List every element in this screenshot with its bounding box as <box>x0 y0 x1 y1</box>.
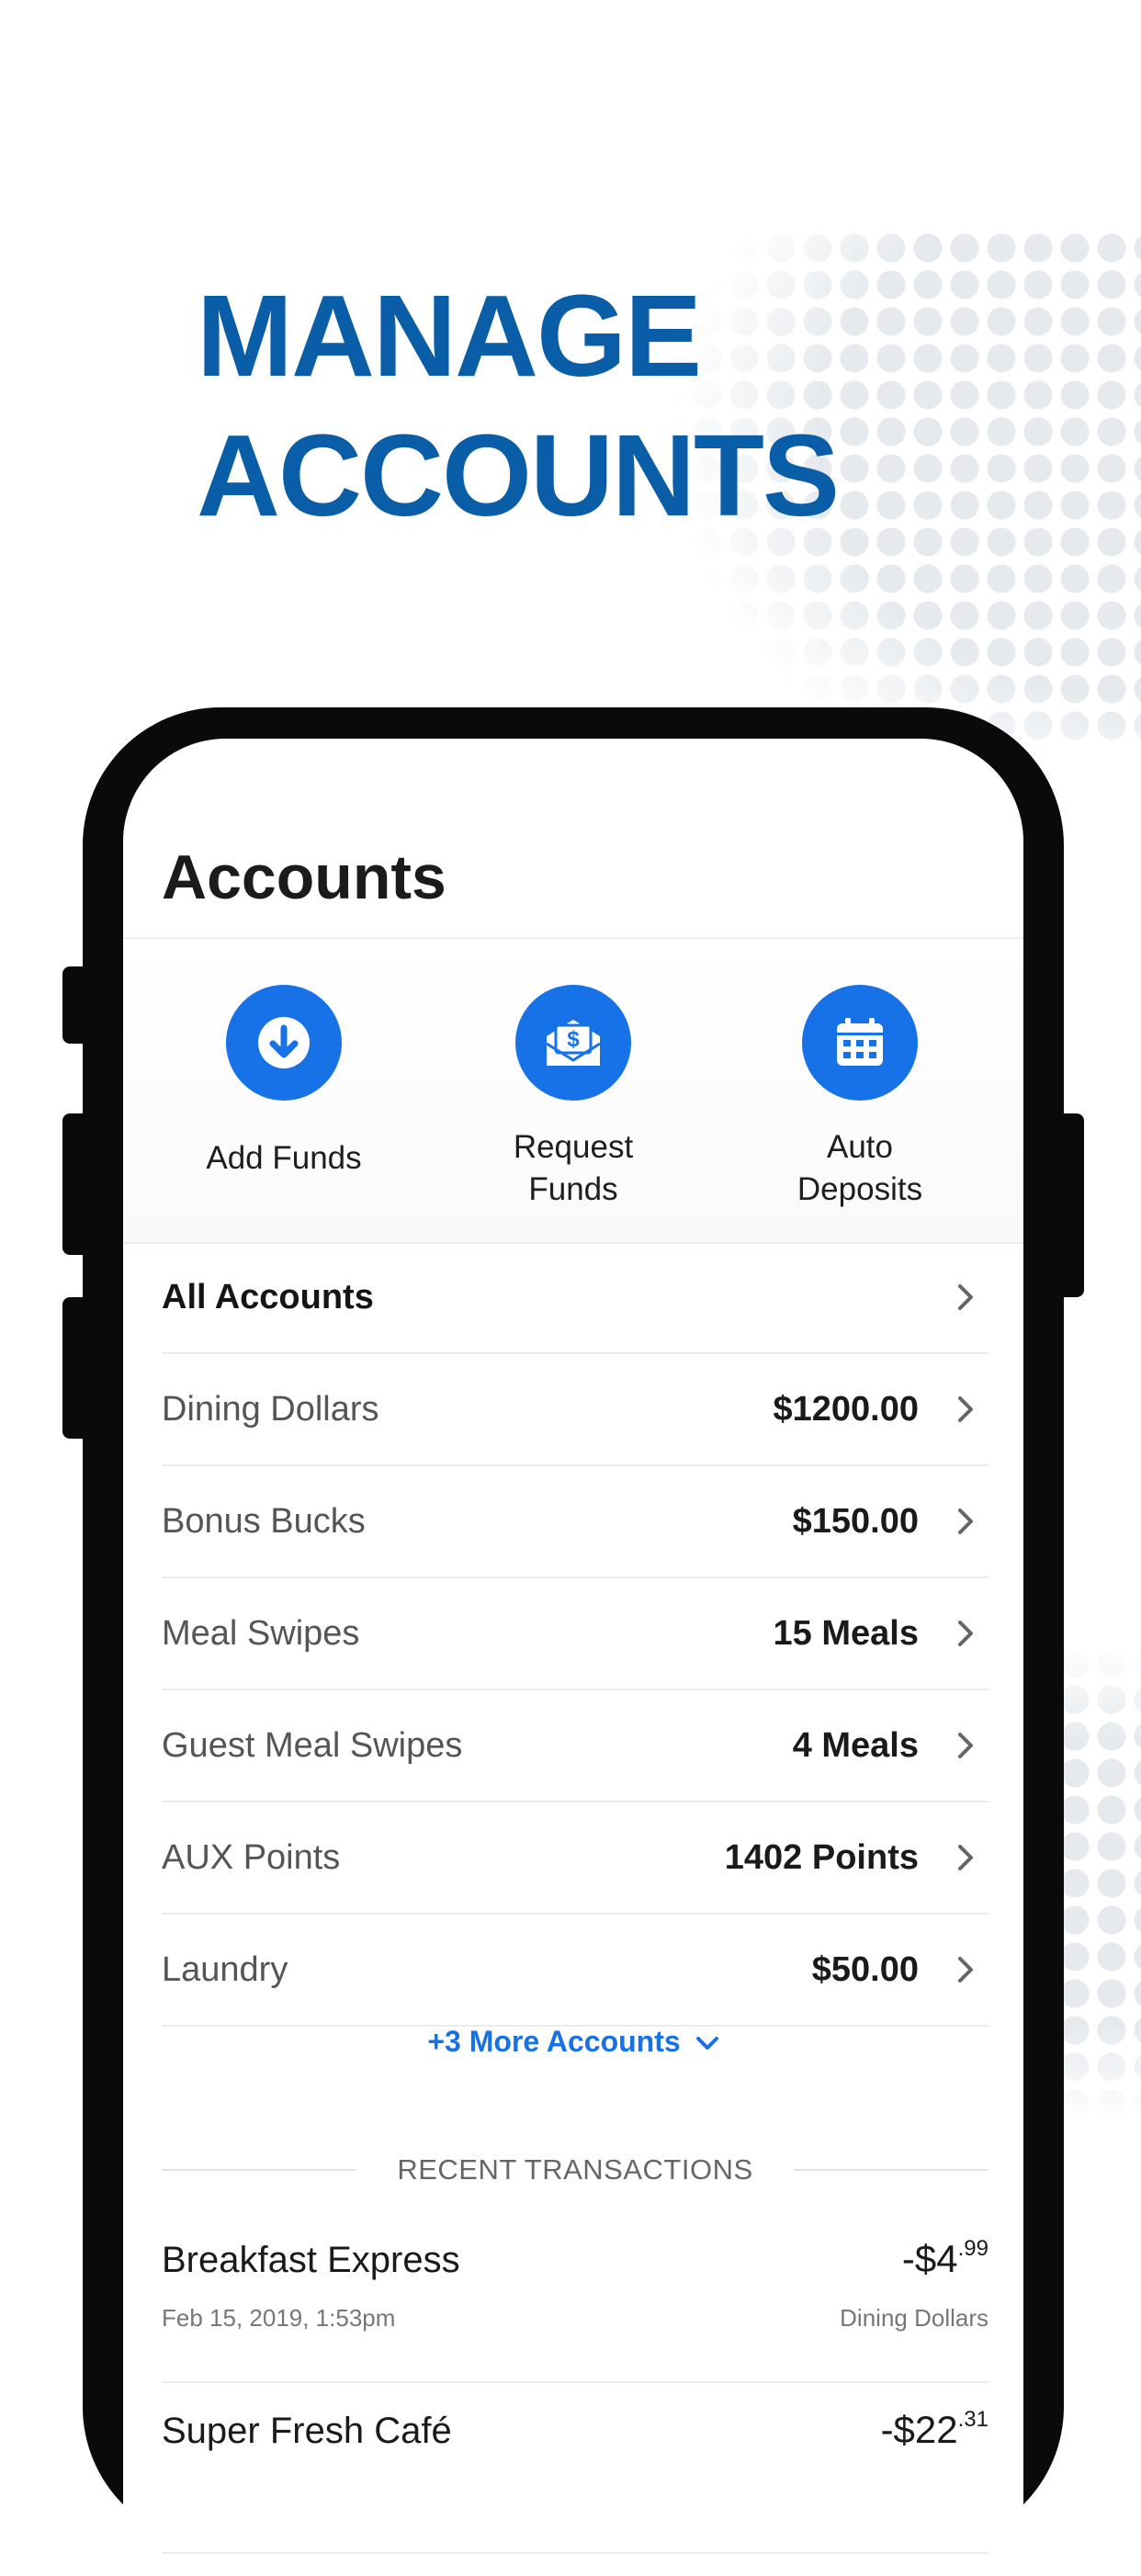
chevron-right-icon <box>952 1508 979 1535</box>
auto-deposits-label: Auto Deposits <box>796 1129 923 1207</box>
account-row-meal-swipes[interactable]: Meal Swipes 15 Meals <box>162 1578 988 1690</box>
headline-line-2: ACCOUNTS <box>197 411 840 540</box>
account-name: Dining Dollars <box>162 1389 379 1429</box>
account-row-laundry[interactable]: Laundry $50.00 <box>162 1915 988 2027</box>
phone-volume-down-button <box>62 1297 90 1439</box>
account-name: Meal Swipes <box>162 1613 360 1653</box>
request-funds-label: Request Funds <box>513 1129 634 1207</box>
chevron-right-icon <box>952 1283 979 1311</box>
divider <box>162 2169 357 2171</box>
account-row-dining-dollars[interactable]: Dining Dollars $1200.00 <box>162 1354 988 1466</box>
quick-actions: Add Funds $ Request Funds Auto Deposits <box>123 939 1023 1244</box>
money-envelope-icon: $ <box>515 985 631 1101</box>
transaction-amount: -$4.99 <box>901 2236 988 2280</box>
transaction-merchant: Breakfast Express <box>162 2240 460 2280</box>
account-row-all-accounts[interactable]: All Accounts <box>162 1242 988 1354</box>
transaction-row[interactable]: Breakfast Express Feb 15, 2019, 1:53pm -… <box>162 2212 988 2383</box>
transaction-row[interactable]: Super Fresh Café -$22.31 <box>162 2383 988 2554</box>
account-name: Laundry <box>162 1949 288 1989</box>
calendar-icon <box>802 985 918 1101</box>
phone-power-button <box>1056 1113 1084 1297</box>
account-balance: $50.00 <box>811 1949 919 1989</box>
section-title: RECENT TRANSACTIONS <box>397 2153 753 2186</box>
chevron-right-icon <box>952 1620 979 1647</box>
divider <box>793 2169 988 2171</box>
dot-pattern-right <box>1056 1644 1141 2122</box>
accounts-list: All Accounts Dining Dollars $1200.00 Bon… <box>162 1242 988 2027</box>
svg-text:$: $ <box>567 1027 580 1052</box>
chevron-right-icon <box>952 1732 979 1759</box>
phone-screen: Accounts Add Funds $ Request Funds Auto … <box>123 739 1023 2576</box>
recent-transactions-header: RECENT TRANSACTIONS <box>162 2153 988 2186</box>
account-balance: $1200.00 <box>773 1389 920 1429</box>
more-accounts-label: +3 More Accounts <box>427 2025 681 2058</box>
headline-line-1: MANAGE <box>197 271 702 401</box>
headline: MANAGE ACCOUNTS <box>197 266 840 546</box>
add-funds-label: Add Funds <box>206 1140 362 1176</box>
chevron-right-icon <box>952 1956 979 1983</box>
phone-mute-button <box>62 966 90 1044</box>
add-funds-button[interactable]: Add Funds <box>146 939 422 1180</box>
chevron-right-icon <box>952 1844 979 1871</box>
transaction-merchant: Super Fresh Café <box>162 2411 452 2451</box>
account-balance: 1402 Points <box>724 1837 919 1877</box>
request-funds-button[interactable]: $ Request Funds <box>435 939 711 1211</box>
transactions-list: Breakfast Express Feb 15, 2019, 1:53pm -… <box>162 2212 988 2554</box>
account-name: Guest Meal Swipes <box>162 1725 463 1765</box>
chevron-right-icon <box>952 1395 979 1423</box>
page-title: Accounts <box>162 842 446 912</box>
account-row-aux-points[interactable]: AUX Points 1402 Points <box>162 1802 988 1915</box>
transaction-date: Feb 15, 2019, 1:53pm <box>162 2304 396 2332</box>
account-balance: 15 Meals <box>773 1613 919 1653</box>
account-name: Bonus Bucks <box>162 1501 366 1541</box>
account-name: All Accounts <box>162 1277 374 1316</box>
account-row-bonus-bucks[interactable]: Bonus Bucks $150.00 <box>162 1466 988 1578</box>
more-accounts-link[interactable]: +3 More Accounts <box>123 2025 1023 2059</box>
transaction-amount: -$22.31 <box>880 2407 988 2451</box>
auto-deposits-button[interactable]: Auto Deposits <box>722 939 998 1211</box>
phone-volume-up-button <box>62 1113 90 1255</box>
account-balance: 4 Meals <box>792 1725 919 1765</box>
account-name: AUX Points <box>162 1837 341 1877</box>
transaction-account: Dining Dollars <box>840 2304 988 2332</box>
account-row-guest-meal-swipes[interactable]: Guest Meal Swipes 4 Meals <box>162 1690 988 1802</box>
account-balance: $150.00 <box>792 1501 919 1541</box>
chevron-down-icon <box>695 2036 718 2050</box>
download-arrow-icon <box>226 985 342 1101</box>
